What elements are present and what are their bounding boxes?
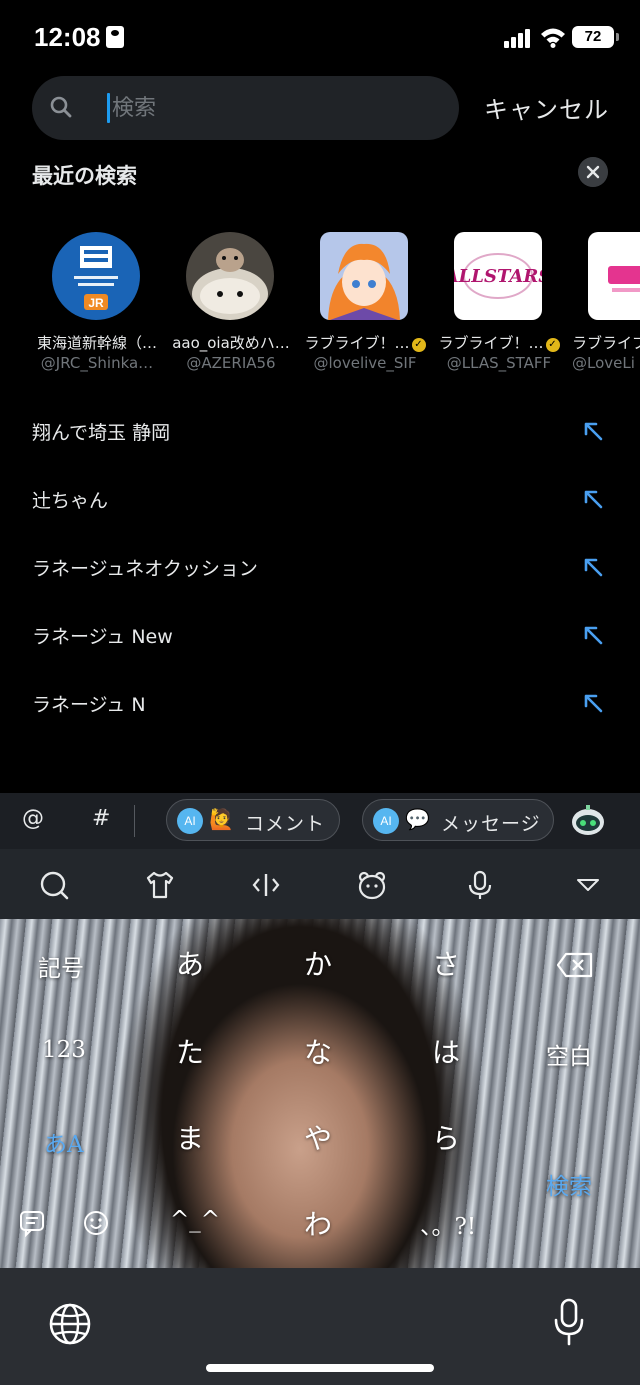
svg-text:JR: JR [88, 296, 104, 310]
ai-comment-chip[interactable]: AI 🙋 コメント [166, 799, 340, 841]
account-handle: @AZERIA56 [186, 354, 276, 372]
speech-bubble-icon: 💬 [405, 807, 430, 831]
keyboard-keys-area: 記号 あ か さ 123 た な は 空白 あA ま や ら 検索 ^_^ わ … [0, 919, 640, 1268]
wifi-icon [541, 28, 565, 48]
search-icon [50, 96, 72, 118]
avatar [320, 232, 408, 320]
avatar [186, 232, 274, 320]
arrow-up-left-icon[interactable] [582, 420, 604, 442]
cursor-move-icon[interactable] [250, 869, 282, 901]
key-punctuation[interactable]: 、。?! [420, 1207, 476, 1241]
recent-query-item[interactable]: ラネージュ New [0, 604, 640, 672]
recent-account[interactable]: ALLSTARS ラブライブ！…✓ @LLAS_STAFF [434, 228, 564, 378]
recent-accounts-row: JR 東海道新幹線（… @JRC_Shinka… aao_oia改めハ… @AZ… [0, 228, 640, 378]
text-cursor [107, 93, 110, 123]
recent-searches-title: 最近の検索 [32, 164, 137, 188]
ai-message-chip[interactable]: AI 💬 メッセージ [362, 799, 554, 841]
arrow-up-left-icon[interactable] [582, 556, 604, 578]
key-input-mode[interactable]: あA [44, 1125, 84, 1159]
search-input[interactable] [112, 90, 412, 126]
keyboard-toolbar [0, 849, 640, 919]
keyboard-search-icon[interactable] [38, 869, 70, 901]
account-name: ラブライブ！… ✓ [434, 332, 564, 353]
recent-query-item[interactable]: 翔んで埼玉 静岡 [0, 400, 640, 468]
recent-query-label: 翔んで埼玉 静岡 [32, 422, 171, 444]
key-ra[interactable]: ら [432, 1117, 460, 1157]
cellular-signal-icon [504, 28, 534, 48]
key-ha[interactable]: は [432, 1031, 460, 1071]
arrow-up-left-icon[interactable] [582, 624, 604, 646]
chevron-down-icon[interactable] [572, 869, 604, 901]
ai-badge: AI [177, 808, 203, 834]
key-ta[interactable]: た [176, 1031, 204, 1071]
recent-account[interactable]: aao_oia改めハ… @AZERIA56 [166, 228, 296, 378]
divider [134, 805, 135, 837]
hash-key[interactable]: # [92, 806, 110, 831]
key-ka[interactable]: か [304, 943, 332, 983]
key-numbers[interactable]: 123 [42, 1037, 86, 1063]
emoji-icon[interactable] [82, 1209, 110, 1237]
raising-hand-icon: 🙋 [209, 807, 234, 831]
avatar [588, 232, 640, 320]
recent-query-label: ラネージュネオクッション [32, 558, 258, 580]
key-search[interactable]: 検索 [546, 1167, 592, 1201]
recent-query-label: 辻ちゃん [32, 490, 109, 512]
verified-badge-icon: ✓ [545, 338, 560, 352]
microphone-icon[interactable] [464, 869, 496, 901]
key-a[interactable]: あ [176, 943, 204, 983]
robot-icon[interactable] [570, 802, 606, 838]
key-kaomoji[interactable]: ^_^ [170, 1207, 220, 1233]
avatar: JR [52, 232, 140, 320]
clear-recent-button[interactable] [578, 157, 608, 187]
key-ma[interactable]: ま [176, 1117, 204, 1157]
account-name: aao_oia改めハ… [172, 334, 290, 352]
recent-query-label: ラネージュ New [32, 626, 173, 648]
account-handle: @lovelive_SIF [313, 354, 417, 372]
verified-badge-icon: ✓ [411, 338, 426, 352]
status-time: 12:08 [34, 22, 101, 52]
recent-account[interactable]: JR 東海道新幹線（… @JRC_Shinka… [32, 228, 162, 378]
backspace-icon[interactable] [556, 952, 594, 978]
status-bar: 12:08 72 [0, 0, 640, 76]
account-name: 東海道新幹線（… [36, 334, 157, 352]
battery-indicator: 72 [572, 26, 619, 48]
theme-shirt-icon[interactable] [144, 869, 176, 901]
key-na[interactable]: な [304, 1031, 332, 1071]
recent-query-item[interactable]: ラネージュネオクッション [0, 536, 640, 604]
recent-query-item[interactable]: 辻ちゃん [0, 468, 640, 536]
recent-query-item[interactable]: ラネージュ N [0, 672, 640, 740]
keyboard-suggestion-bar: @ # AI 🙋 コメント AI 💬 メッセージ [0, 793, 640, 849]
home-indicator[interactable] [206, 1364, 434, 1372]
key-space[interactable]: 空白 [546, 1037, 592, 1071]
arrow-up-left-icon[interactable] [582, 692, 604, 714]
account-handle: @JRC_Shinka… [40, 354, 154, 372]
arrow-up-left-icon[interactable] [582, 488, 604, 510]
key-ya[interactable]: や [304, 1117, 332, 1157]
clipboard-icon[interactable] [18, 1209, 46, 1237]
ai-badge: AI [373, 808, 399, 834]
recent-query-label: ラネージュ N [32, 694, 146, 716]
account-name: ラブライブ！… ✓ [300, 332, 430, 353]
avatar: ALLSTARS [454, 232, 542, 320]
account-handle: @LLAS_STAFF [446, 354, 552, 372]
at-key[interactable]: @ [22, 806, 44, 831]
keyboard-bottom-bar [0, 1268, 640, 1385]
dictation-mic-icon[interactable] [552, 1298, 586, 1346]
cancel-button[interactable]: キャンセル [484, 90, 609, 125]
key-wa[interactable]: わ [304, 1203, 332, 1243]
key-sa[interactable]: さ [432, 943, 460, 983]
account-handle: @LoveLi [572, 354, 635, 372]
chip-label: コメント [245, 813, 326, 835]
key-symbols[interactable]: 記号 [38, 949, 84, 983]
emoji-bear-icon[interactable] [356, 869, 388, 901]
globe-icon[interactable] [48, 1302, 92, 1346]
recent-account[interactable]: ラブライブ！… ✓ @lovelive_SIF [300, 228, 430, 378]
chip-label: メッセージ [441, 813, 541, 835]
search-bar[interactable] [32, 76, 459, 140]
account-name: ラブライブ [572, 334, 640, 352]
recent-account[interactable]: ラブライブ @LoveLi [568, 228, 640, 378]
id-card-icon [106, 26, 124, 48]
svg-text:ALLSTARS: ALLSTARS [454, 266, 542, 287]
